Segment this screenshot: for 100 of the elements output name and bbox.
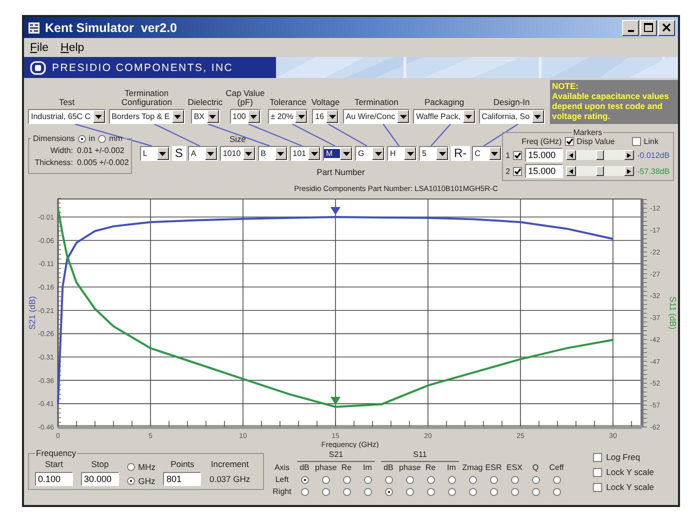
checkbox[interactable] (593, 482, 602, 492)
dropdown[interactable]: M (323, 146, 353, 161)
radio-button[interactable] (384, 476, 392, 484)
column-label: dB (298, 462, 310, 474)
radio-button[interactable] (342, 488, 350, 496)
dropdown[interactable]: G (355, 146, 385, 161)
marker-icon[interactable] (330, 396, 340, 405)
close-button[interactable] (658, 20, 675, 36)
dropdown[interactable]: A (188, 146, 218, 161)
marker-number: 2 (506, 166, 510, 176)
checkbox[interactable] (593, 452, 602, 462)
radio-button[interactable] (300, 488, 308, 496)
checkbox[interactable] (593, 468, 602, 476)
radio-button[interactable] (426, 488, 434, 496)
radio-button[interactable] (342, 476, 350, 484)
dropdown[interactable]: Borders Top & E (108, 109, 185, 124)
group-header: S21 (297, 449, 375, 462)
radio-button[interactable] (532, 488, 540, 496)
radio-button[interactable] (127, 463, 135, 471)
checkbox[interactable] (564, 137, 574, 146)
menu-item[interactable]: Help (60, 42, 84, 54)
radio-button[interactable] (322, 488, 330, 496)
dropdown[interactable]: California, So (478, 109, 545, 124)
field-label: Tolerance (270, 98, 306, 107)
maximize-button[interactable] (640, 20, 657, 36)
dropdown[interactable]: Waffle Pack, (413, 109, 476, 124)
points-field[interactable]: 801 (163, 472, 202, 486)
radio-button[interactable] (490, 476, 498, 484)
radio-button[interactable] (322, 476, 330, 484)
frequency-field[interactable]: 15.000 (525, 164, 564, 178)
radio-button[interactable] (532, 476, 540, 484)
start-field[interactable]: 0.100 (35, 472, 73, 486)
radio-button[interactable] (406, 476, 414, 484)
marker-reading: -57.38dB (637, 166, 670, 176)
radio-button[interactable] (552, 488, 560, 496)
scroll-arrow-button[interactable] (624, 166, 634, 176)
caret-icon (465, 114, 472, 118)
marker-icon[interactable] (330, 207, 340, 215)
radio-button[interactable] (468, 488, 476, 496)
dropdown[interactable]: L (140, 146, 170, 161)
triangle-right-icon (627, 168, 632, 174)
column-label: Q (531, 462, 540, 474)
stop-field[interactable]: 30.000 (81, 472, 119, 486)
dropdown[interactable]: H (387, 146, 417, 161)
radio-button[interactable] (384, 488, 392, 496)
radio-button[interactable] (78, 134, 86, 142)
dropdown[interactable]: 16 (312, 109, 339, 124)
radio-button[interactable] (364, 476, 372, 484)
increment-value: 0.037 GHz (209, 473, 250, 486)
dropdown[interactable]: 5 (419, 146, 449, 161)
column-label: phase (315, 462, 336, 474)
column-label: ESR (484, 462, 503, 474)
note-text: Available capacitance values depend upon test code and voltage rating. (552, 91, 670, 121)
dropdown[interactable]: BX (190, 109, 220, 124)
slider-thumb[interactable] (596, 150, 604, 160)
field-label: Size (229, 134, 246, 144)
dropdown[interactable]: B (258, 146, 288, 161)
minimize-button[interactable] (622, 20, 639, 36)
slider-thumb[interactable] (596, 166, 604, 176)
radio-button[interactable] (300, 476, 308, 484)
scroll-arrow-button[interactable] (566, 166, 576, 176)
frequency-field[interactable]: 15.000 (525, 148, 564, 162)
radio-button[interactable] (448, 476, 456, 484)
leader-line (154, 123, 200, 147)
radio-button[interactable] (364, 488, 372, 496)
column-label: Re (340, 462, 353, 474)
dropdown[interactable]: Industrial, 65C C (28, 109, 106, 124)
leader-line (483, 124, 518, 146)
dropdown[interactable]: ± 20% (268, 109, 308, 124)
radio-button[interactable] (510, 488, 518, 496)
group-title: Markers (572, 128, 604, 137)
caret-icon (159, 152, 166, 156)
dropdown[interactable]: 101 (290, 146, 321, 161)
scroll-arrow-button[interactable] (624, 150, 634, 160)
marker-number: 1 (506, 150, 510, 160)
radio-button[interactable] (98, 134, 106, 142)
radio-button[interactable] (448, 488, 456, 496)
scroll-arrow-button[interactable] (566, 150, 576, 160)
menu-item[interactable]: File (30, 42, 49, 54)
caret-icon (374, 152, 382, 156)
dropdown[interactable]: Au Wire/Conc (342, 109, 410, 124)
dimension-label: Width: (49, 145, 73, 157)
radio-button[interactable] (490, 488, 498, 496)
checkbox[interactable] (632, 137, 641, 146)
checkbox[interactable] (513, 166, 522, 176)
dimension-value: 0.005 +/-0.002 (77, 157, 129, 169)
checkbox-label: Lock Y scale (606, 482, 654, 492)
radio-button[interactable] (426, 476, 434, 484)
dropdown[interactable]: C (472, 146, 502, 161)
radio-button[interactable] (552, 476, 560, 484)
dimension-label: Thickness: (34, 157, 73, 169)
checkbox[interactable] (513, 150, 522, 160)
dropdown[interactable]: 100 (230, 109, 261, 124)
radio-button[interactable] (406, 488, 414, 496)
maximize-icon (644, 23, 653, 32)
radio-button[interactable] (510, 476, 518, 484)
group-header: S11 (381, 449, 459, 462)
radio-button[interactable] (468, 476, 476, 484)
dropdown[interactable]: 1010 (220, 146, 256, 161)
radio-button[interactable] (127, 477, 136, 485)
